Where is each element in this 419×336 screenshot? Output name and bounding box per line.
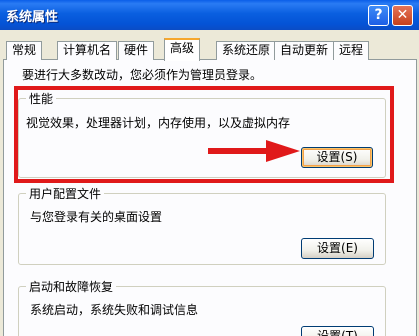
startup-recovery-description: 系统启动，系统失败和调试信息 bbox=[30, 303, 199, 317]
help-button[interactable]: ? bbox=[368, 5, 389, 26]
tab-general[interactable]: 常规 bbox=[6, 41, 43, 60]
tab-system-restore[interactable]: 系统还原 bbox=[216, 41, 277, 60]
user-profiles-description: 与您登录有关的桌面设置 bbox=[30, 210, 163, 224]
admin-notice: 要进行大多数改动，您必须作为管理员登录。 bbox=[22, 68, 263, 82]
startup-recovery-settings-button[interactable]: 设置(T) bbox=[301, 326, 374, 336]
close-button[interactable]: ✕ bbox=[392, 5, 413, 26]
red-arrow-icon bbox=[208, 140, 300, 162]
user-profiles-label: 用户配置文件 bbox=[26, 185, 105, 202]
title-bar[interactable]: 系统属性 ? ✕ bbox=[0, 0, 419, 30]
window-title: 系统属性 bbox=[6, 10, 59, 25]
tab-automatic-updates[interactable]: 自动更新 bbox=[274, 41, 335, 60]
tab-advanced[interactable]: 高级 bbox=[164, 38, 201, 61]
user-profiles-settings-button[interactable]: 设置(E) bbox=[301, 238, 374, 259]
tab-remote[interactable]: 远程 bbox=[333, 41, 370, 60]
highlight-box bbox=[14, 86, 394, 183]
tab-hardware[interactable]: 硬件 bbox=[118, 41, 155, 60]
tab-strip: 常规 计算机名 硬件 高级 系统还原 自动更新 远程 bbox=[0, 38, 419, 61]
startup-recovery-label: 启动和故障恢复 bbox=[26, 278, 117, 295]
tab-computer-name[interactable]: 计算机名 bbox=[57, 41, 118, 60]
